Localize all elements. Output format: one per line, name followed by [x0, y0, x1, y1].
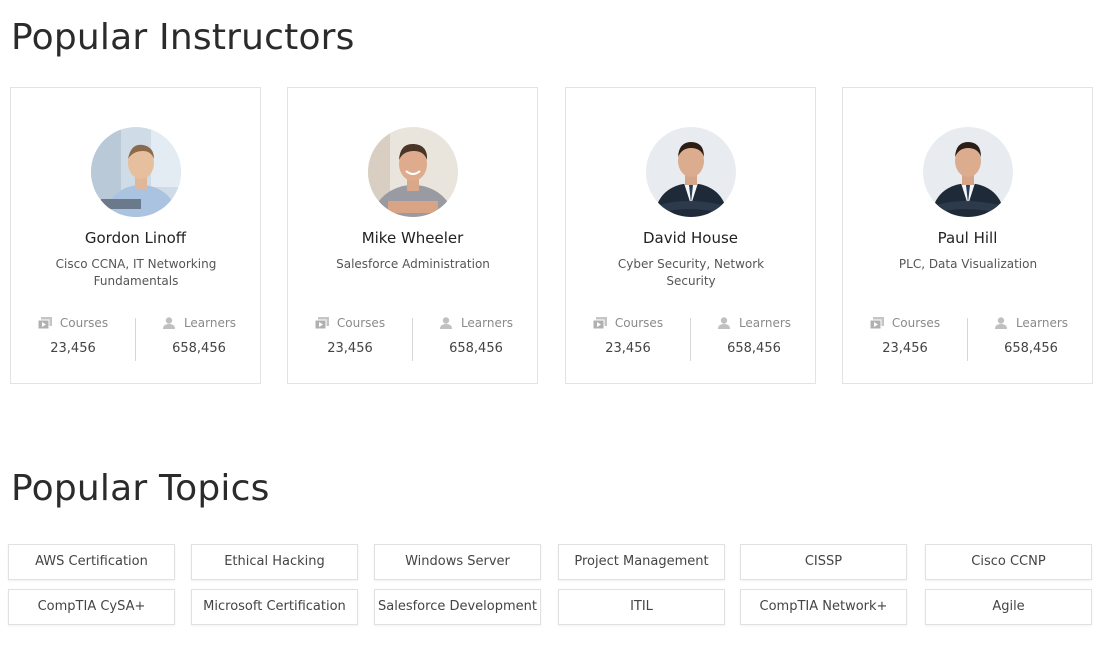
topic-chips: AWS Certification Ethical Hacking Window… [8, 544, 1094, 626]
courses-stat: Courses 23,456 [566, 315, 690, 356]
person-icon [717, 317, 731, 329]
video-library-icon [869, 317, 884, 330]
courses-count: 23,456 [605, 341, 651, 356]
courses-label: Courses [614, 316, 664, 330]
courses-count: 23,456 [327, 341, 373, 356]
learners-count: 658,456 [172, 341, 226, 356]
topic-chip[interactable]: Project Management [558, 544, 725, 580]
instructor-specialty: Salesforce Administration [336, 257, 490, 271]
topic-chip[interactable]: CompTIA CySA+ [8, 589, 175, 625]
instructor-card[interactable]: Mike Wheeler Salesforce Administration C… [287, 87, 538, 384]
learners-label: Learners [1015, 316, 1069, 330]
video-library-icon [314, 317, 329, 330]
person-icon [162, 317, 176, 329]
topic-chip[interactable]: Agile [925, 589, 1092, 625]
topic-chip[interactable]: CompTIA Network+ [740, 589, 907, 625]
stat-divider [967, 318, 968, 361]
learners-label: Learners [738, 316, 792, 330]
person-icon [994, 317, 1008, 329]
instructor-card[interactable]: Paul Hill PLC, Data Visualization Course… [842, 87, 1093, 384]
topic-chip[interactable]: Ethical Hacking [191, 544, 358, 580]
instructor-name[interactable]: Paul Hill [843, 229, 1092, 247]
learners-label: Learners [460, 316, 514, 330]
stat-divider [412, 318, 413, 361]
courses-label: Courses [891, 316, 941, 330]
popular-topics-title: Popular Topics [11, 468, 270, 509]
learners-stat: Learners 658,456 [692, 315, 816, 356]
learners-stat: Learners 658,456 [137, 315, 261, 356]
topic-chip[interactable]: Cisco CCNP [925, 544, 1092, 580]
courses-label: Courses [59, 316, 109, 330]
learners-stat: Learners 658,456 [969, 315, 1093, 356]
instructor-name[interactable]: Gordon Linoff [11, 229, 260, 247]
instructor-card[interactable]: Gordon Linoff Cisco CCNA, IT Networking … [10, 87, 261, 384]
topic-chip[interactable]: Microsoft Certification [191, 589, 358, 625]
topic-chip[interactable]: Windows Server [374, 544, 541, 580]
learners-stat: Learners 658,456 [414, 315, 538, 356]
courses-stat: Courses 23,456 [843, 315, 967, 356]
courses-count: 23,456 [882, 341, 928, 356]
instructor-avatar[interactable] [923, 127, 1013, 217]
video-library-icon [592, 317, 607, 330]
courses-stat: Courses 23,456 [11, 315, 135, 356]
instructor-specialty: Cisco CCNA, IT Networking Fundamentals [55, 257, 217, 288]
instructor-specialty: PLC, Data Visualization [898, 257, 1038, 271]
popular-instructors-title: Popular Instructors [11, 17, 355, 58]
instructor-avatar[interactable] [368, 127, 458, 217]
topic-chip[interactable]: AWS Certification [8, 544, 175, 580]
courses-count: 23,456 [50, 341, 96, 356]
instructor-card[interactable]: David House Cyber Security, Network Secu… [565, 87, 816, 384]
instructor-avatar[interactable] [91, 127, 181, 217]
instructor-cards: Gordon Linoff Cisco CCNA, IT Networking … [10, 87, 1094, 384]
topic-chip[interactable]: ITIL [558, 589, 725, 625]
instructor-name[interactable]: David House [566, 229, 815, 247]
courses-label: Courses [336, 316, 386, 330]
video-library-icon [37, 317, 52, 330]
stat-divider [690, 318, 691, 361]
learners-count: 658,456 [727, 341, 781, 356]
learners-label: Learners [183, 316, 237, 330]
stat-divider [135, 318, 136, 361]
learners-count: 658,456 [449, 341, 503, 356]
topic-chip[interactable]: Salesforce Development [374, 589, 541, 625]
instructor-avatar[interactable] [646, 127, 736, 217]
topic-chip[interactable]: CISSP [740, 544, 907, 580]
learners-count: 658,456 [1004, 341, 1058, 356]
instructor-name[interactable]: Mike Wheeler [288, 229, 537, 247]
courses-stat: Courses 23,456 [288, 315, 412, 356]
person-icon [439, 317, 453, 329]
instructor-specialty: Cyber Security, Network Security [617, 257, 765, 288]
